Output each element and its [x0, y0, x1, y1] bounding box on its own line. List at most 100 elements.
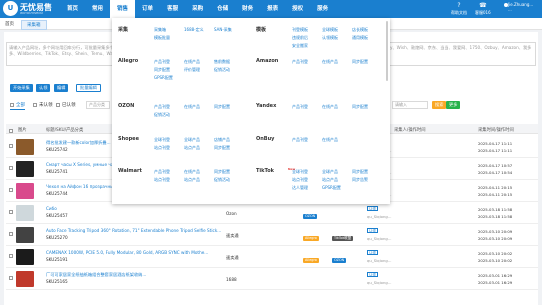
product-thumbnail[interactable] — [16, 249, 34, 265]
menu-link[interactable]: 在线产品 — [322, 59, 338, 65]
product-thumbnail[interactable] — [16, 205, 34, 221]
keyword-input[interactable]: 请输入 — [392, 101, 428, 109]
category-filter[interactable]: 产品分类 — [86, 101, 110, 109]
product-thumbnail[interactable] — [16, 139, 34, 155]
menu-link[interactable]: 产品刊登 — [292, 104, 308, 110]
filter-tab-unclaimed[interactable]: 未认领 — [33, 101, 53, 110]
product-thumbnail[interactable] — [16, 183, 34, 199]
filter-tab-claimed[interactable]: 已认领 — [56, 101, 76, 110]
row-checkbox[interactable] — [9, 144, 13, 148]
menu-link[interactable]: 全球产品 — [184, 137, 200, 143]
nav-purchase[interactable]: 采购 — [185, 0, 210, 18]
checkbox[interactable] — [10, 102, 14, 107]
claim-status-badge[interactable]: 认领 — [367, 272, 378, 277]
row-checkbox[interactable] — [9, 188, 13, 192]
menu-link[interactable]: 安全搬家 — [292, 43, 308, 49]
menu-link[interactable]: 同步配置 — [352, 169, 368, 175]
nav-reports[interactable]: 报表 — [260, 0, 285, 18]
menu-link[interactable]: 1688-定义 — [184, 27, 204, 33]
nav-common[interactable]: 常用 — [85, 0, 110, 18]
search-button[interactable]: 搜索 — [432, 101, 447, 109]
nav-service[interactable]: 客服 — [160, 0, 185, 18]
menu-link[interactable]: 同步配置 — [214, 104, 230, 110]
customer-service-button[interactable]: ☎ 客服016 — [475, 2, 491, 16]
menu-link[interactable]: 在线产品 — [322, 104, 338, 110]
menu-link[interactable]: 同步配置 — [352, 104, 368, 110]
menu-link[interactable]: 站点产品 — [322, 177, 338, 183]
more-button[interactable]: 更多 — [446, 101, 461, 109]
claim-button[interactable]: 认领 — [36, 84, 51, 92]
claim-status-badge[interactable]: 认领 — [367, 206, 378, 211]
menu-link[interactable]: 产品刊登 — [292, 137, 308, 143]
menu-link[interactable]: 站点刊登 — [154, 177, 170, 183]
product-thumbnail[interactable] — [16, 271, 34, 287]
menu-link[interactable]: 评价管理 — [184, 67, 200, 73]
product-thumbnail[interactable] — [16, 161, 34, 177]
menu-link[interactable]: 同步配置 — [352, 59, 368, 65]
edit-button[interactable]: 编辑 — [54, 84, 69, 92]
filter-tab-all[interactable]: 全部 — [10, 101, 25, 110]
help-docs-button[interactable]: ? 帮助文档 — [451, 2, 467, 16]
menu-link[interactable]: 售前数据 — [214, 59, 230, 65]
nav-home[interactable]: 首页 — [60, 0, 85, 18]
menu-link[interactable]: 全球刊登 — [292, 169, 308, 175]
product-thumbnail[interactable] — [16, 227, 34, 243]
checkbox[interactable] — [56, 102, 60, 107]
nav-authorization[interactable]: 授权 — [285, 0, 310, 18]
claim-status-badge[interactable]: 认领 — [367, 228, 378, 233]
menu-link[interactable]: 通用模板 — [352, 35, 368, 41]
menu-scrollbar[interactable] — [386, 21, 388, 81]
table-row[interactable]: Сибо SKU25457 Ozon 认领 qu_Siqiong... 2025-03-1… — [6, 202, 538, 224]
row-checkbox[interactable] — [9, 232, 13, 236]
menu-link[interactable]: 在线产品 — [184, 169, 200, 175]
menu-link[interactable]: 促销活动 — [214, 177, 230, 183]
menu-link[interactable]: 全球产品 — [322, 169, 338, 175]
menu-link[interactable]: GPSR配置 — [322, 185, 341, 191]
claim-status-badge[interactable]: 认领 — [367, 250, 378, 255]
menu-link[interactable]: 全球刊登 — [154, 137, 170, 143]
menu-link[interactable]: 产品刊登 — [154, 59, 170, 65]
product-title-link[interactable]: CAMENAX 1000W, PCIE 5.0, Fully Modular, … — [46, 250, 208, 255]
menu-link[interactable]: 模板批量 — [154, 35, 170, 41]
menu-link[interactable]: 刊登模板 — [292, 27, 308, 33]
menu-link[interactable]: 在线产品 — [184, 104, 200, 110]
menu-link[interactable]: 同步配置 — [154, 67, 170, 73]
row-checkbox[interactable] — [9, 254, 13, 258]
product-title-link[interactable]: Auto Face Tracking Tripod 360° Rotation,… — [46, 228, 221, 233]
menu-link[interactable]: 站点刊登 — [292, 177, 308, 183]
product-title-link[interactable]: Чехол на Айфон 16 прозрачный... — [46, 184, 120, 189]
batch-edit-button[interactable]: 批量编辑 — [76, 84, 101, 92]
product-title-link[interactable]: Сибо — [46, 206, 57, 211]
menu-link[interactable]: 在线产品 — [184, 59, 200, 65]
start-collect-button[interactable]: 开始采集 — [10, 84, 33, 92]
product-title-link[interactable]: 厂可可家居家全纸抽纸箱组合整套家居酒店纸架收纳... — [46, 272, 146, 278]
row-checkbox[interactable] — [9, 210, 13, 214]
app-logo[interactable]: U — [3, 1, 18, 16]
menu-link[interactable]: GPSR配置 — [154, 75, 173, 81]
nav-warehouse[interactable]: 仓储 — [210, 0, 235, 18]
menu-link[interactable]: 站点刊登 — [154, 145, 170, 151]
row-checkbox[interactable] — [9, 166, 13, 170]
menu-link[interactable]: 达人管理 — [292, 185, 308, 191]
nav-finance[interactable]: 财务 — [235, 0, 260, 18]
menu-link[interactable]: 认领模板 — [322, 35, 338, 41]
tab-collection-box[interactable]: 采集箱 — [21, 20, 47, 30]
nav-sales[interactable]: 销售 — [110, 0, 136, 18]
menu-link[interactable]: 产品刊登 — [292, 59, 308, 65]
product-title-link[interactable]: 得名批发建一款新color加厚折叠... — [46, 140, 111, 146]
nav-orders[interactable]: 订单 — [135, 0, 160, 18]
user-menu[interactable]: Jie.Zhuang...... — [508, 2, 533, 12]
menu-link[interactable]: 在线产品 — [322, 137, 338, 143]
row-checkbox[interactable] — [9, 276, 13, 280]
table-row[interactable]: CAMENAX 1000W, PCIE 5.0, Fully Modular, … — [6, 246, 538, 268]
tab-home[interactable]: 首页 — [5, 21, 14, 27]
menu-link[interactable]: 全球模板 — [322, 27, 338, 33]
menu-link[interactable]: 产品刊登 — [154, 169, 170, 175]
menu-link[interactable]: 同步配置 — [214, 145, 230, 151]
menu-link[interactable]: 产品刊登 — [154, 104, 170, 110]
table-row[interactable]: 厂可可家居家全纸抽纸箱组合整套家居酒店纸架收纳... SKU25165 1688 认领… — [6, 268, 538, 290]
menu-link[interactable]: 违规前后 — [292, 35, 308, 41]
menu-link[interactable]: 促销活动 — [154, 112, 170, 118]
table-row[interactable]: Auto Face Tracking Tripod 360° Rotation,… — [6, 224, 538, 246]
nav-services[interactable]: 服务 — [310, 0, 335, 18]
